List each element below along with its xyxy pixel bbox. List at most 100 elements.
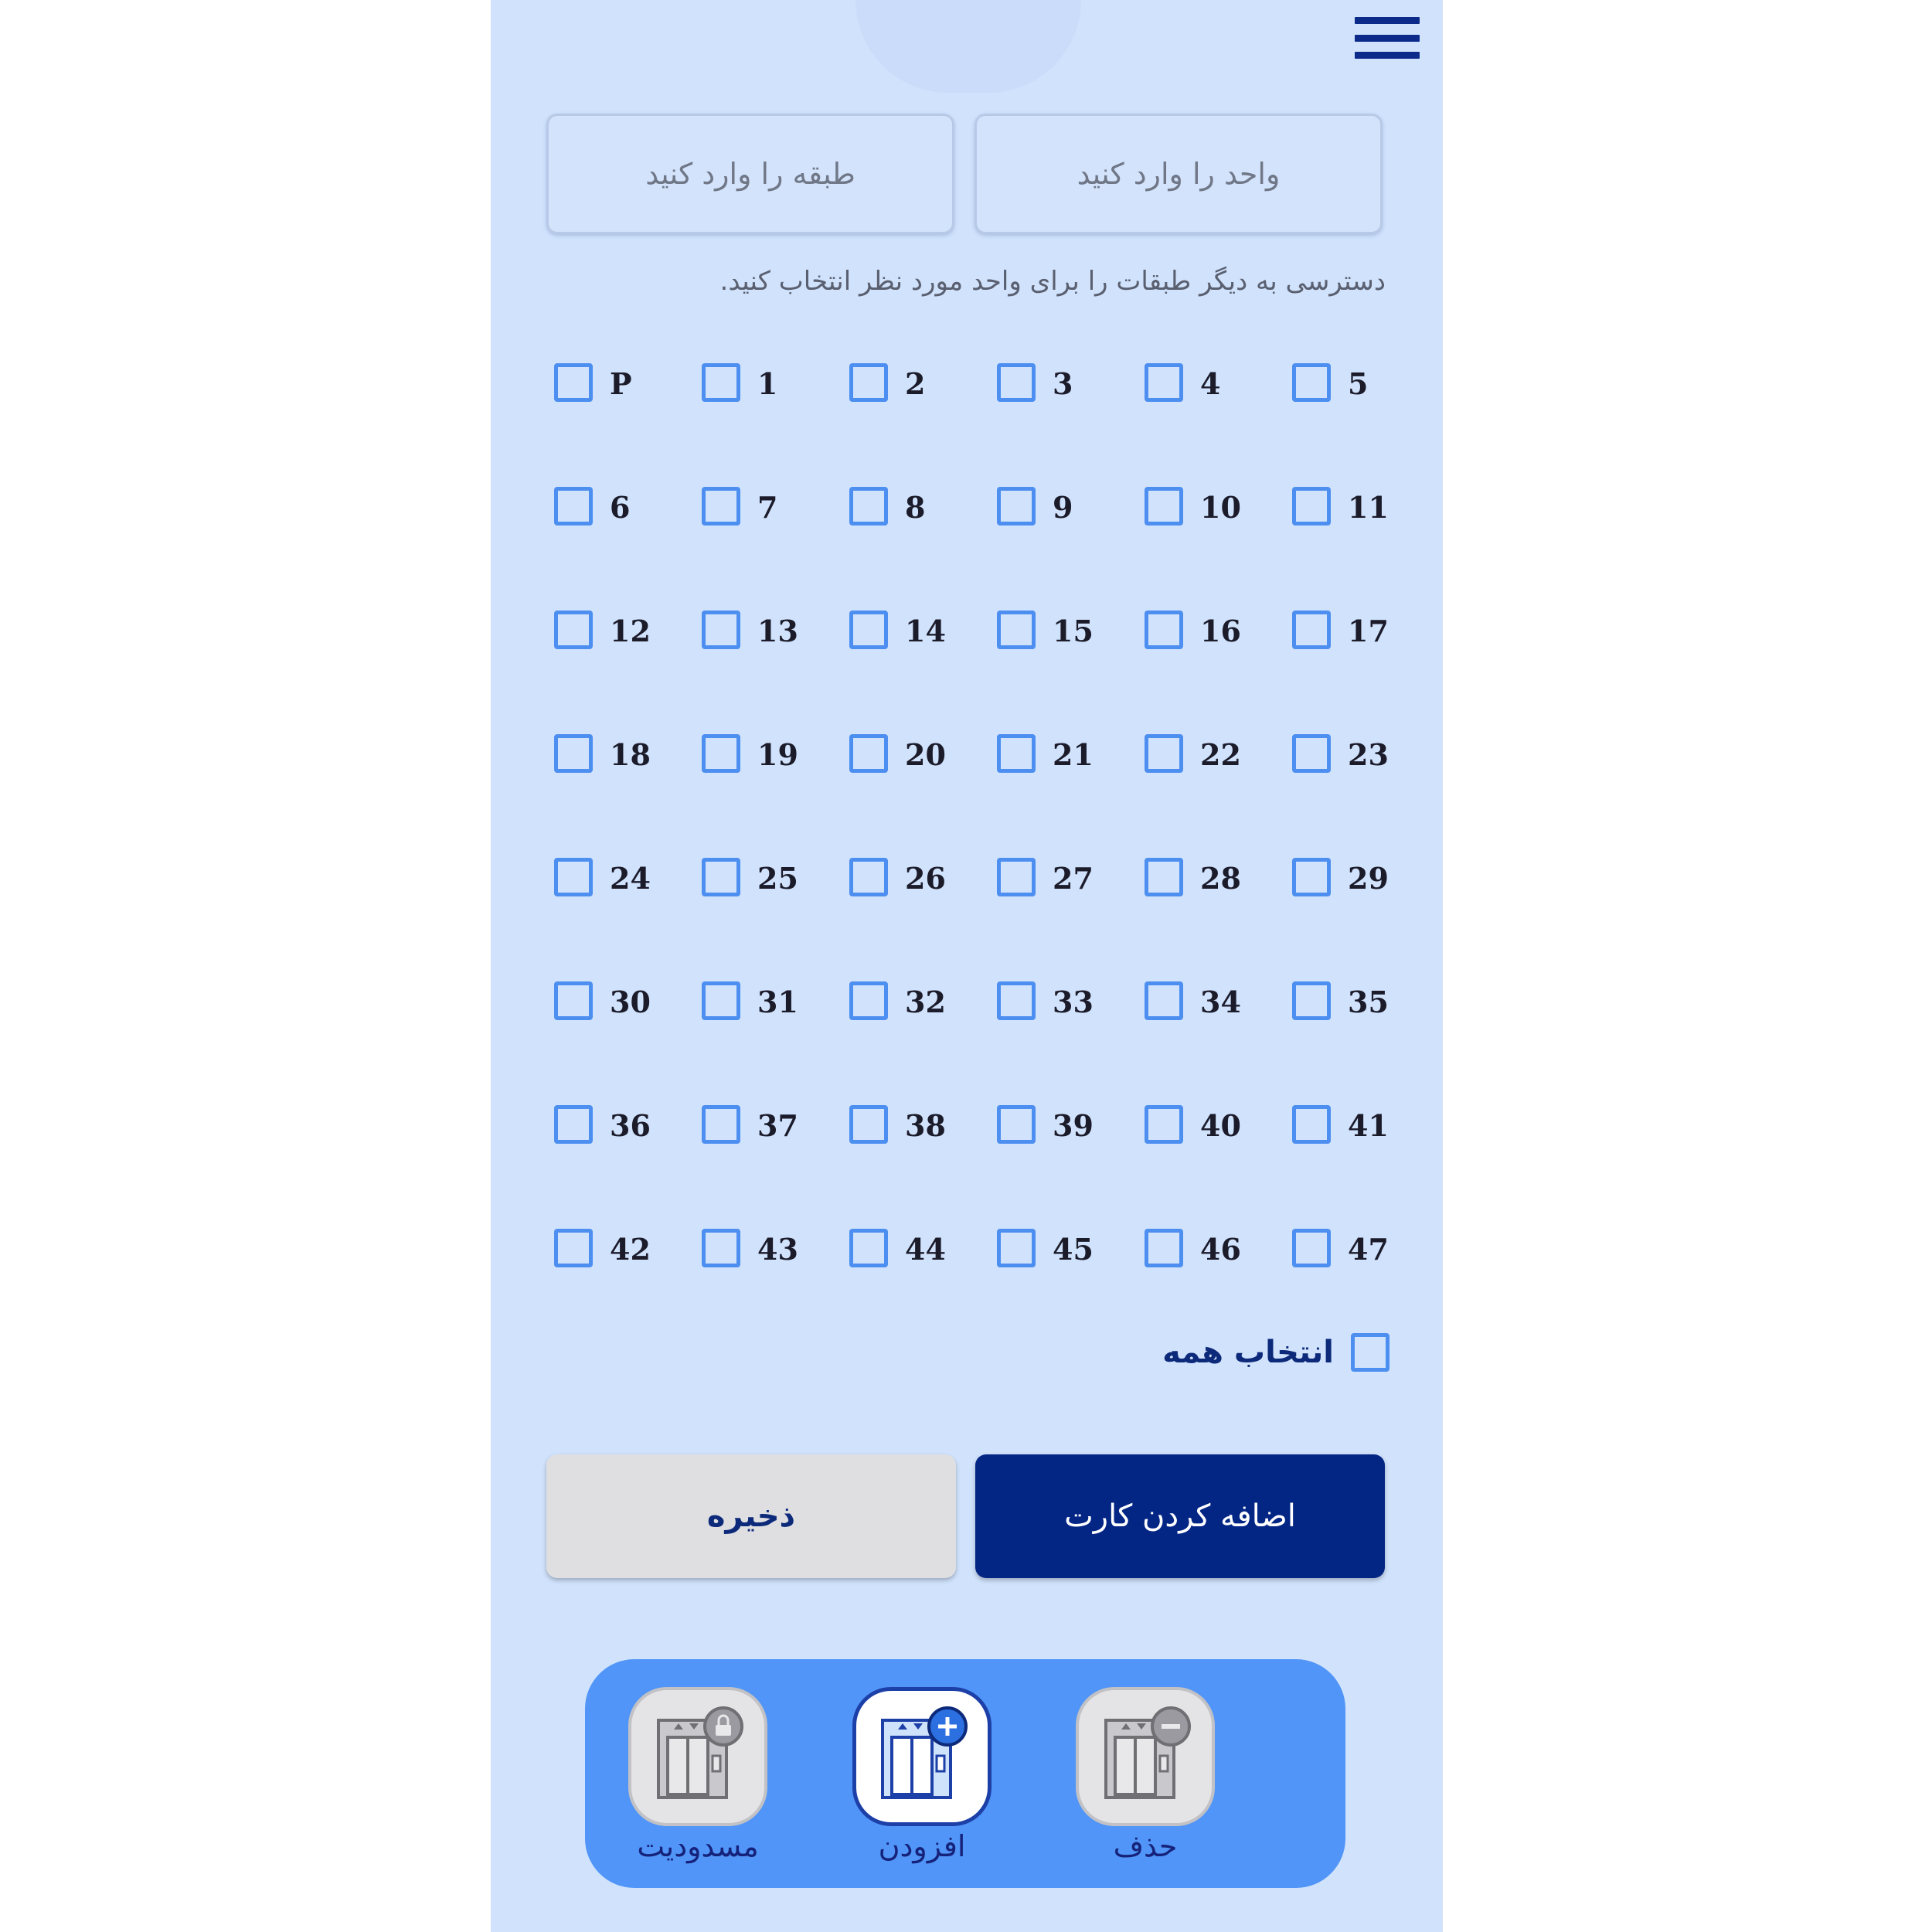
floor-option[interactable]: 6	[554, 487, 702, 611]
floor-option[interactable]: 37	[702, 1105, 849, 1229]
floor-option[interactable]: 14	[849, 611, 997, 734]
floor-option[interactable]: 39	[997, 1105, 1145, 1229]
floor-checkbox[interactable]	[849, 1105, 888, 1144]
floor-checkbox[interactable]	[1145, 858, 1183, 896]
floor-option[interactable]: 12	[554, 611, 702, 734]
nav-delete[interactable]: حذف	[1060, 1687, 1230, 1863]
floor-checkbox[interactable]	[1292, 981, 1331, 1020]
floor-option[interactable]: 16	[1145, 611, 1292, 734]
floor-option[interactable]: 36	[554, 1105, 702, 1229]
floor-checkbox[interactable]	[554, 611, 593, 649]
floor-option[interactable]: 38	[849, 1105, 997, 1229]
floor-checkbox[interactable]	[1292, 734, 1331, 773]
floor-checkbox[interactable]	[702, 487, 740, 526]
floor-checkbox[interactable]	[702, 611, 740, 649]
floor-option[interactable]: 15	[997, 611, 1145, 734]
floor-checkbox[interactable]	[849, 611, 888, 649]
floor-checkbox[interactable]	[849, 1229, 888, 1267]
floor-option[interactable]: 44	[849, 1229, 997, 1352]
floor-checkbox[interactable]	[554, 981, 593, 1020]
floor-option[interactable]: 40	[1145, 1105, 1292, 1229]
floor-checkbox[interactable]	[702, 363, 740, 402]
floor-input[interactable]: طبقه را وارد کنید	[546, 114, 954, 234]
floor-option[interactable]: 42	[554, 1229, 702, 1352]
floor-checkbox[interactable]	[1145, 1229, 1183, 1267]
floor-option[interactable]: 32	[849, 981, 997, 1105]
floor-checkbox[interactable]	[702, 1105, 740, 1144]
floor-checkbox[interactable]	[997, 858, 1036, 896]
floor-option[interactable]: 29	[1292, 858, 1440, 981]
floor-checkbox[interactable]	[1145, 611, 1183, 649]
floor-option[interactable]: 35	[1292, 981, 1440, 1105]
floor-checkbox[interactable]	[702, 858, 740, 896]
floor-checkbox[interactable]	[997, 363, 1036, 402]
floor-option[interactable]: 31	[702, 981, 849, 1105]
floor-checkbox[interactable]	[849, 734, 888, 773]
floor-option[interactable]: 21	[997, 734, 1145, 858]
floor-option[interactable]: 1	[702, 363, 849, 487]
select-all-checkbox[interactable]	[1351, 1333, 1389, 1372]
floor-checkbox[interactable]	[1145, 363, 1183, 402]
floor-checkbox[interactable]	[1292, 858, 1331, 896]
floor-option[interactable]: 17	[1292, 611, 1440, 734]
floor-checkbox[interactable]	[1145, 1105, 1183, 1144]
floor-option[interactable]: 18	[554, 734, 702, 858]
floor-option[interactable]: 33	[997, 981, 1145, 1105]
floor-option[interactable]: 19	[702, 734, 849, 858]
floor-checkbox[interactable]	[554, 1105, 593, 1144]
floor-checkbox[interactable]	[554, 858, 593, 896]
floor-option[interactable]: 43	[702, 1229, 849, 1352]
floor-checkbox[interactable]	[849, 981, 888, 1020]
floor-option[interactable]: 28	[1145, 858, 1292, 981]
floor-checkbox[interactable]	[1292, 363, 1331, 402]
floor-option[interactable]: 41	[1292, 1105, 1440, 1229]
floor-checkbox[interactable]	[1292, 1105, 1331, 1144]
nav-add[interactable]: افزودن	[837, 1687, 1007, 1863]
floor-checkbox[interactable]	[849, 858, 888, 896]
floor-option[interactable]: 13	[702, 611, 849, 734]
floor-checkbox[interactable]	[997, 734, 1036, 773]
floor-checkbox[interactable]	[702, 981, 740, 1020]
floor-option[interactable]: 23	[1292, 734, 1440, 858]
floor-option[interactable]: 34	[1145, 981, 1292, 1105]
floor-option[interactable]: 8	[849, 487, 997, 611]
floor-checkbox[interactable]	[554, 1229, 593, 1267]
floor-checkbox[interactable]	[554, 363, 593, 402]
floor-checkbox[interactable]	[849, 487, 888, 526]
floor-checkbox[interactable]	[1145, 487, 1183, 526]
floor-option[interactable]: 45	[997, 1229, 1145, 1352]
floor-option[interactable]: 9	[997, 487, 1145, 611]
floor-option[interactable]: 3	[997, 363, 1145, 487]
floor-option[interactable]: 30	[554, 981, 702, 1105]
floor-option[interactable]: 2	[849, 363, 997, 487]
floor-checkbox[interactable]	[997, 487, 1036, 526]
floor-checkbox[interactable]	[1292, 1229, 1331, 1267]
floor-checkbox[interactable]	[997, 1105, 1036, 1144]
floor-option[interactable]: 20	[849, 734, 997, 858]
floor-checkbox[interactable]	[1292, 487, 1331, 526]
floor-checkbox[interactable]	[997, 981, 1036, 1020]
floor-option[interactable]: 10	[1145, 487, 1292, 611]
floor-option[interactable]: 22	[1145, 734, 1292, 858]
floor-checkbox[interactable]	[702, 1229, 740, 1267]
floor-option[interactable]: 5	[1292, 363, 1440, 487]
floor-option[interactable]: P	[554, 363, 702, 487]
floor-option[interactable]: 7	[702, 487, 849, 611]
add-card-button[interactable]: اضافه کردن کارت	[975, 1454, 1385, 1578]
floor-option[interactable]: 25	[702, 858, 849, 981]
floor-checkbox[interactable]	[997, 611, 1036, 649]
floor-option[interactable]: 27	[997, 858, 1145, 981]
floor-checkbox[interactable]	[997, 1229, 1036, 1267]
floor-option[interactable]: 24	[554, 858, 702, 981]
floor-checkbox[interactable]	[554, 487, 593, 526]
select-all-option[interactable]: انتخاب همه	[1162, 1333, 1389, 1372]
floor-option[interactable]: 11	[1292, 487, 1440, 611]
unit-input[interactable]: واحد را وارد کنید	[975, 114, 1383, 234]
hamburger-menu-icon[interactable]	[1355, 17, 1420, 59]
floor-option[interactable]: 26	[849, 858, 997, 981]
floor-option[interactable]: 4	[1145, 363, 1292, 487]
floor-checkbox[interactable]	[1292, 611, 1331, 649]
floor-checkbox[interactable]	[849, 363, 888, 402]
floor-checkbox[interactable]	[1145, 734, 1183, 773]
floor-checkbox[interactable]	[554, 734, 593, 773]
